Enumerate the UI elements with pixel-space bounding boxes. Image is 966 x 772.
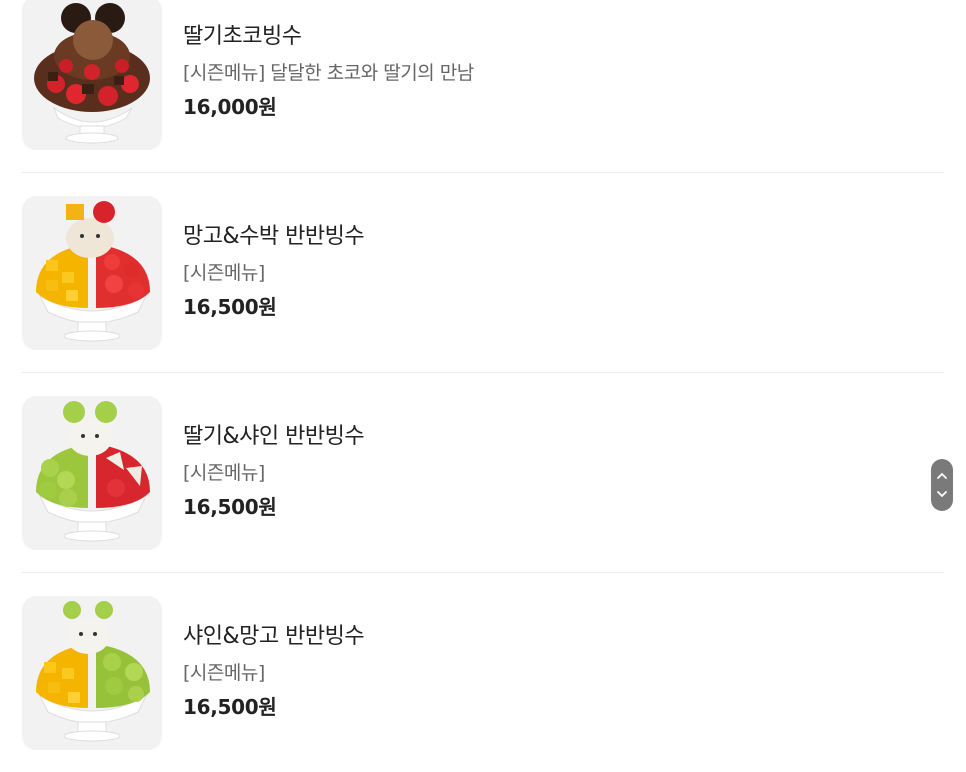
shine-mango-bingsu-icon: [22, 596, 162, 750]
menu-item-price: 16,500원: [183, 295, 277, 319]
menu-item-name: 딸기초코빙수: [183, 24, 302, 49]
strawberry-shine-bingsu-icon: [22, 396, 162, 550]
menu-item-price: 16,500원: [183, 495, 277, 519]
chevron-up-icon[interactable]: [937, 473, 947, 479]
menu-list: 딸기초코빙수 [시즌메뉴] 달달한 초코와 딸기의 만남 16,000원 망고&…: [0, 0, 966, 772]
strawberry-choco-bingsu-icon: [22, 0, 162, 150]
menu-item-description: [시즌메뉴] 달달한 초코와 딸기의 만남: [183, 62, 474, 84]
menu-item-description: [시즌메뉴]: [183, 262, 265, 284]
chevron-down-icon[interactable]: [937, 491, 947, 497]
divider: [22, 372, 944, 373]
menu-item-name: 딸기&샤인 반반빙수: [183, 424, 365, 449]
menu-item[interactable]: 샤인&망고 반반빙수 [시즌메뉴] 16,500원: [22, 596, 944, 751]
divider: [22, 572, 944, 573]
mango-watermelon-bingsu-icon: [22, 196, 162, 350]
menu-item[interactable]: 망고&수박 반반빙수 [시즌메뉴] 16,500원: [22, 196, 944, 351]
menu-item-description: [시즌메뉴]: [183, 462, 265, 484]
menu-item[interactable]: 딸기&샤인 반반빙수 [시즌메뉴] 16,500원: [22, 396, 944, 551]
menu-item-price: 16,500원: [183, 695, 277, 719]
menu-item-price: 16,000원: [183, 95, 277, 119]
menu-item-description: [시즌메뉴]: [183, 662, 265, 684]
scroll-widget[interactable]: [931, 459, 953, 511]
menu-item-name: 샤인&망고 반반빙수: [183, 624, 365, 649]
menu-item-name: 망고&수박 반반빙수: [183, 224, 365, 249]
menu-item[interactable]: 딸기초코빙수 [시즌메뉴] 달달한 초코와 딸기의 만남 16,000원: [22, 0, 944, 151]
divider: [22, 172, 944, 173]
